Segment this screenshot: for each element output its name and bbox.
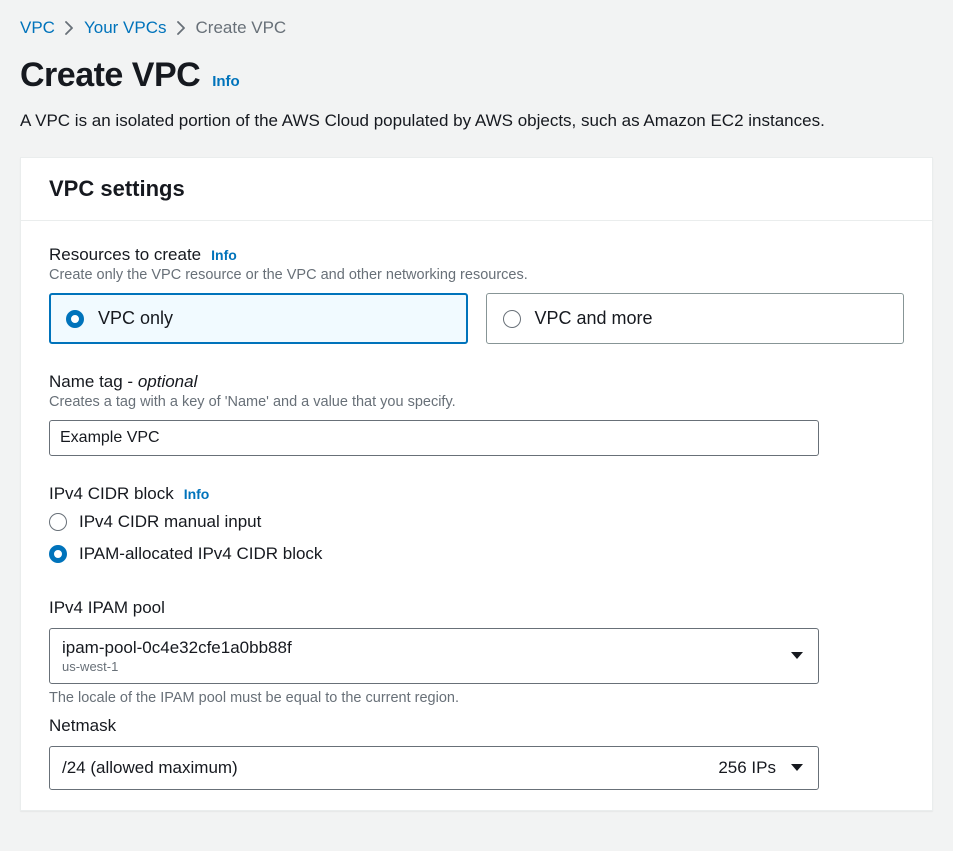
radio-icon xyxy=(503,310,521,328)
info-link-resources[interactable]: Info xyxy=(211,247,237,263)
radio-label: IPv4 CIDR manual input xyxy=(79,512,261,532)
name-tag-label: Name tag - optional xyxy=(49,372,197,392)
ipv4-cidr-label: IPv4 CIDR block xyxy=(49,484,174,504)
chevron-right-icon xyxy=(65,21,74,35)
radio-label: VPC only xyxy=(98,308,173,329)
name-tag-input[interactable] xyxy=(49,420,819,456)
chevron-down-icon xyxy=(790,763,804,773)
field-resources-to-create: Resources to create Info Create only the… xyxy=(49,245,904,344)
ipam-pool-label: IPv4 IPAM pool xyxy=(49,598,165,618)
radio-icon xyxy=(49,545,67,563)
field-ipam-pool: IPv4 IPAM pool ipam-pool-0c4e32cfe1a0bb8… xyxy=(49,598,904,706)
radio-label: IPAM-allocated IPv4 CIDR block xyxy=(79,544,322,564)
breadcrumb-current: Create VPC xyxy=(196,18,287,38)
radio-cidr-ipam[interactable]: IPAM-allocated IPv4 CIDR block xyxy=(49,538,904,570)
page-description: A VPC is an isolated portion of the AWS … xyxy=(20,111,933,131)
chevron-down-icon xyxy=(790,651,804,661)
radio-cidr-manual[interactable]: IPv4 CIDR manual input xyxy=(49,506,904,538)
breadcrumb: VPC Your VPCs Create VPC xyxy=(20,18,933,38)
info-link-cidr[interactable]: Info xyxy=(184,486,210,502)
select-subvalue: us-west-1 xyxy=(62,659,778,675)
select-right-value: 256 IPs xyxy=(718,758,776,778)
field-ipv4-cidr-block: IPv4 CIDR block Info IPv4 CIDR manual in… xyxy=(49,484,904,570)
vpc-settings-panel: VPC settings Resources to create Info Cr… xyxy=(20,157,933,811)
resources-hint: Create only the VPC resource or the VPC … xyxy=(49,267,904,283)
radio-label: VPC and more xyxy=(535,308,653,329)
ipam-pool-select[interactable]: ipam-pool-0c4e32cfe1a0bb88f us-west-1 xyxy=(49,628,819,684)
radio-icon xyxy=(49,513,67,531)
panel-header: VPC settings xyxy=(21,158,932,221)
name-tag-hint: Creates a tag with a key of 'Name' and a… xyxy=(49,394,904,410)
panel-title: VPC settings xyxy=(49,176,904,202)
info-link-header[interactable]: Info xyxy=(212,73,240,90)
field-name-tag: Name tag - optional Creates a tag with a… xyxy=(49,372,904,456)
breadcrumb-link-your-vpcs[interactable]: Your VPCs xyxy=(84,18,167,38)
radio-tile-vpc-and-more[interactable]: VPC and more xyxy=(486,293,905,344)
select-value: /24 (allowed maximum) xyxy=(62,758,238,777)
chevron-right-icon xyxy=(177,21,186,35)
ipam-pool-help: The locale of the IPAM pool must be equa… xyxy=(49,690,904,706)
netmask-select[interactable]: /24 (allowed maximum) 256 IPs xyxy=(49,746,819,790)
select-value: ipam-pool-0c4e32cfe1a0bb88f xyxy=(62,637,778,659)
radio-tile-vpc-only[interactable]: VPC only xyxy=(49,293,468,344)
page-title: Create VPC xyxy=(20,56,200,95)
resources-label: Resources to create xyxy=(49,245,201,265)
field-netmask: Netmask /24 (allowed maximum) 256 IPs xyxy=(49,716,904,790)
netmask-label: Netmask xyxy=(49,716,116,736)
radio-icon xyxy=(66,310,84,328)
breadcrumb-link-vpc[interactable]: VPC xyxy=(20,18,55,38)
